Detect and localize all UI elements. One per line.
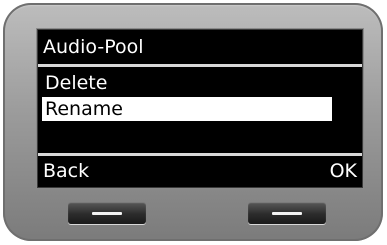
menu-item-rename[interactable]: Rename bbox=[42, 97, 332, 121]
softkey-label-back: Back bbox=[43, 160, 90, 182]
title-divider bbox=[38, 64, 362, 67]
display-screen: Audio-Pool Delete Rename Back OK bbox=[37, 29, 363, 188]
softkey-label-ok: OK bbox=[329, 160, 357, 182]
phone-device-panel: Audio-Pool Delete Rename Back OK bbox=[3, 3, 383, 241]
right-softkey-button[interactable] bbox=[248, 202, 326, 224]
minus-icon bbox=[92, 212, 122, 215]
minus-icon bbox=[272, 212, 302, 215]
screen-title: Audio-Pool bbox=[43, 36, 144, 58]
menu-item-delete[interactable]: Delete bbox=[42, 71, 332, 95]
left-softkey-button[interactable] bbox=[68, 202, 146, 224]
